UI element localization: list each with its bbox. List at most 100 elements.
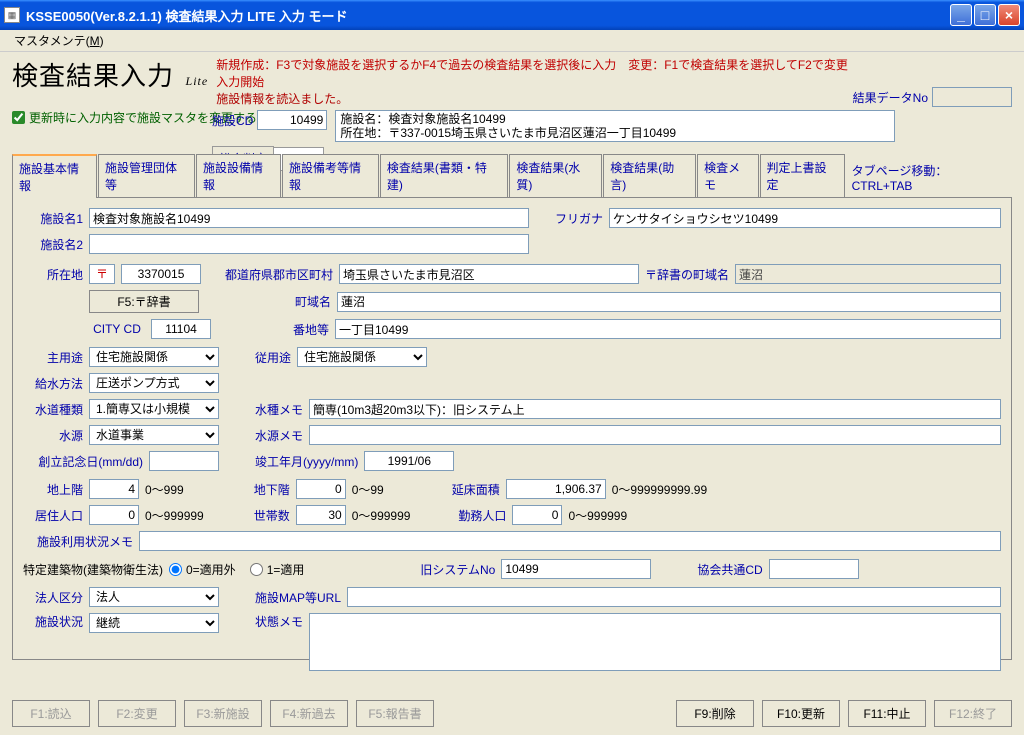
chijou-label: 地上階 [23,481,83,498]
f12-button[interactable]: F12:終了 [934,700,1012,727]
furigana-label: フリガナ [555,210,603,227]
footer-bar: F1:読込 F2:変更 F3:新施設 F4:新過去 F5:報告書 F9:削除 F… [12,700,1012,727]
shuyouto-select[interactable]: 住宅施設関係 [89,347,219,367]
chijou-field[interactable] [89,479,139,499]
mapurl-field[interactable] [347,587,1001,607]
dict-field [735,264,1001,284]
tokutei-radio-1[interactable] [250,563,263,576]
result-data-label: 結果データNo [853,89,928,106]
kyoju-range: 0～999999 [145,507,204,524]
machi-field[interactable] [337,292,1001,312]
tab-result-docs[interactable]: 検査結果(書類・特建) [380,154,508,197]
tokutei-opt1[interactable]: 1=適用 [250,561,305,578]
kyoju-label: 居住人口 [23,507,83,524]
tokutei-radio-0[interactable] [169,563,182,576]
menseki-label: 延床面積 [440,481,500,498]
citycd-label: CITY CD [89,322,145,336]
shunkou-field[interactable] [364,451,454,471]
f3-button[interactable]: F3:新施設 [184,700,262,727]
menu-master[interactable]: マスタメンテ(M) [8,30,110,51]
kyoju-field[interactable] [89,505,139,525]
riyou-memo-field[interactable] [139,531,1001,551]
kyokai-field[interactable] [769,559,859,579]
name2-field[interactable] [89,234,529,254]
tab-remarks[interactable]: 施設備考等情報 [282,154,379,197]
machi-label: 町域名 [281,293,331,310]
f11-button[interactable]: F11:中止 [848,700,926,727]
dict-label: 〒辞書の町域名 [645,266,729,283]
souritsu-field[interactable] [149,451,219,471]
postcode-field[interactable] [121,264,201,284]
suigen-select[interactable]: 水道事業 [89,425,219,445]
joukyou-label: 施設状況 [23,613,83,630]
houjin-select[interactable]: 法人 [89,587,219,607]
tab-memo[interactable]: 検査メモ [697,154,758,197]
tab-basic-info[interactable]: 施設基本情報 [12,154,97,198]
kyusui-label: 給水方法 [23,375,83,392]
f10-button[interactable]: F10:更新 [762,700,840,727]
chika-range: 0～99 [352,481,384,498]
joukyou-select[interactable]: 継続 [89,613,219,633]
tab-shortcut-hint: タブページ移動：CTRL+TAB [846,158,1012,197]
result-data-field [932,87,1012,107]
banchi-field[interactable] [335,319,1001,339]
app-icon: ▦ [4,7,20,23]
kinmu-field[interactable] [512,505,562,525]
setai-label: 世帯数 [240,507,290,524]
riyou-memo-label: 施設利用状況メモ [23,533,133,550]
page-title-text: 検査結果入力 [12,62,174,91]
tab-result-advice[interactable]: 検査結果(助言) [603,154,696,197]
menubar: マスタメンテ(M) [0,30,1024,52]
close-button[interactable]: × [998,4,1020,26]
chika-label: 地下階 [240,481,290,498]
menseki-range: 0～999999999.99 [612,481,707,498]
f2-button[interactable]: F2:変更 [98,700,176,727]
souritsu-label: 創立記念日(mm/dd) [23,453,143,470]
kyusui-select[interactable]: 圧送ポンプ方式 [89,373,219,393]
shuyouto-label: 主用途 [23,349,83,366]
tokutei-opt0[interactable]: 0=適用外 [169,561,236,578]
chika-field[interactable] [296,479,346,499]
setai-range: 0～999999 [352,507,411,524]
tab-equipment[interactable]: 施設設備情報 [196,154,281,197]
juyouto-select[interactable]: 住宅施設関係 [297,347,427,367]
joutai-memo-field[interactable] [309,613,1001,671]
minimize-button[interactable]: _ [950,4,972,26]
form-panel: 施設名1 フリガナ 施設名2 所在地 〒 都道府県郡市区町村 〒辞書の町域名 F… [12,198,1012,660]
suidoukind-select[interactable]: 1.簡専又は小規模 [89,399,219,419]
shisetsu-cd-field[interactable] [257,110,327,130]
maximize-button[interactable]: □ [974,4,996,26]
page-title: 検査結果入力 Lite [12,56,208,93]
f9-button[interactable]: F9:削除 [676,700,754,727]
f1-button[interactable]: F1:読込 [12,700,90,727]
suigenmemo-field[interactable] [309,425,1001,445]
juyouto-label: 従用途 [255,349,291,366]
titlebar: ▦ KSSE0050(Ver.8.2.1.1) 検査結果入力 LITE 入力 モ… [0,0,1024,30]
tab-override[interactable]: 判定上書設定 [760,154,845,197]
post-symbol: 〒 [89,264,115,284]
citycd-field[interactable] [151,319,211,339]
tokutei-label: 特定建築物(建築物衛生法) [23,561,163,578]
suidoukind-label: 水道種類 [23,401,83,418]
f5-dict-button[interactable]: F5:〒辞書 [89,290,199,313]
furigana-field[interactable] [609,208,1001,228]
addr-label: 所在地 [23,266,83,283]
facility-info-box: 施設名：検査対象施設名10499 所在地：〒337-0015埼玉県さいたま市見沼… [335,110,895,142]
tabs: 施設基本情報 施設管理団体等 施設設備情報 施設備考等情報 検査結果(書類・特建… [12,153,1012,198]
oldsys-field[interactable] [501,559,651,579]
suigen-label: 水源 [23,427,83,444]
pref-field[interactable] [339,264,639,284]
update-master-checkbox[interactable] [12,111,25,124]
shunkou-label: 竣工年月(yyyy/mm) [255,453,358,470]
status-text: 施設情報を読込ました。 [216,90,852,107]
kinmu-range: 0～999999 [568,507,627,524]
f4-button[interactable]: F4:新過去 [270,700,348,727]
menseki-field[interactable] [506,479,606,499]
suishumemo-field[interactable] [309,399,1001,419]
setai-field[interactable] [296,505,346,525]
tab-result-water[interactable]: 検査結果(水質) [509,154,602,197]
name1-field[interactable] [89,208,529,228]
window-buttons: _ □ × [950,4,1020,26]
f5-button[interactable]: F5:報告書 [356,700,434,727]
tab-management[interactable]: 施設管理団体等 [98,154,195,197]
